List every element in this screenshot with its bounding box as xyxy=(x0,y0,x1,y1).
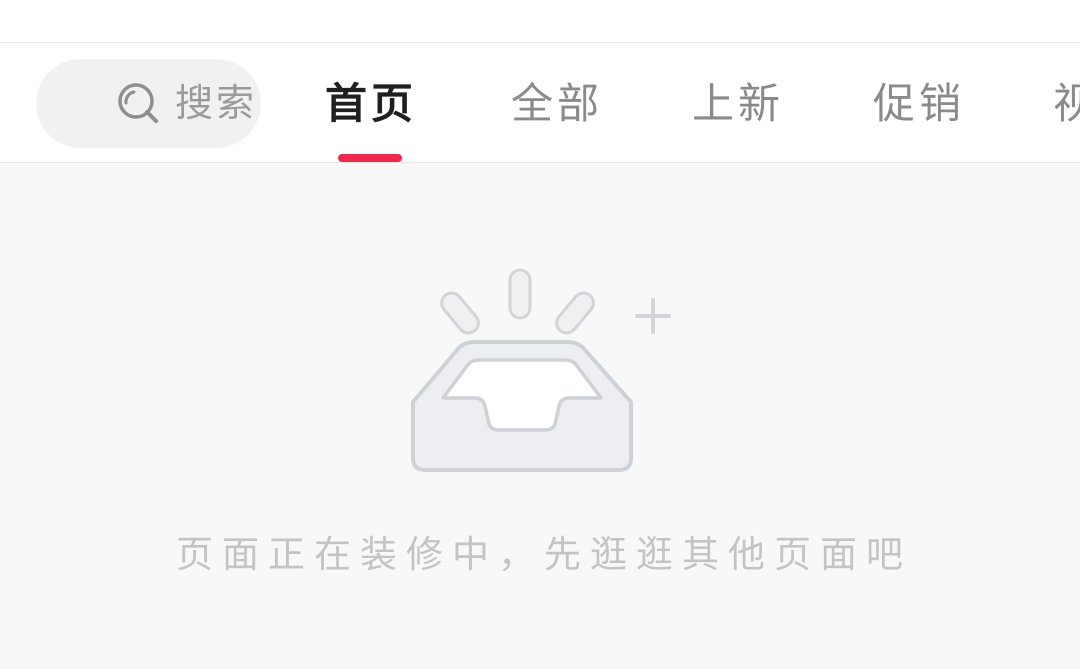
active-tab-indicator xyxy=(338,154,402,162)
tab-video[interactable]: 视 xyxy=(1053,59,1080,148)
search-icon xyxy=(118,83,158,123)
empty-inbox-icon xyxy=(405,262,680,487)
top-nav-bar: 搜索 首页 全部 上新 促销 视 xyxy=(0,43,1080,163)
tab-promotions[interactable]: 促销 xyxy=(873,59,965,148)
tab-new-arrivals[interactable]: 上新 xyxy=(692,59,784,148)
search-button[interactable]: 搜索 xyxy=(36,59,261,148)
empty-state-message: 页面正在装修中，先逛逛其他页面吧 xyxy=(176,533,912,576)
tab-all[interactable]: 全部 xyxy=(511,59,603,148)
status-area xyxy=(0,0,1080,43)
tab-home[interactable]: 首页 xyxy=(325,59,417,148)
search-label: 搜索 xyxy=(175,81,258,125)
